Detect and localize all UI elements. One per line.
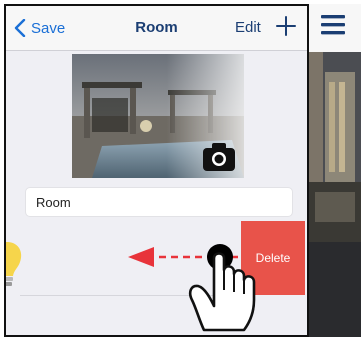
room-name-field[interactable]: Room xyxy=(25,187,293,217)
screenshot-frame: Save Room Edit Room Delete xyxy=(0,0,361,341)
hamburger-menu-icon[interactable] xyxy=(321,14,345,36)
chevron-left-icon xyxy=(14,19,26,37)
navigation-bar: Save Room Edit xyxy=(6,6,307,51)
plus-icon[interactable] xyxy=(274,14,298,38)
back-label: Save xyxy=(31,19,66,37)
row-divider xyxy=(20,295,242,296)
lightbulb-icon xyxy=(6,242,22,286)
adjacent-room-photo xyxy=(309,52,361,242)
delete-button[interactable]: Delete xyxy=(241,221,305,295)
back-save-button[interactable]: Save xyxy=(14,17,65,39)
camera-icon[interactable] xyxy=(201,141,237,173)
adjacent-screen-strip xyxy=(309,4,361,337)
edit-button[interactable]: Edit xyxy=(235,19,261,36)
